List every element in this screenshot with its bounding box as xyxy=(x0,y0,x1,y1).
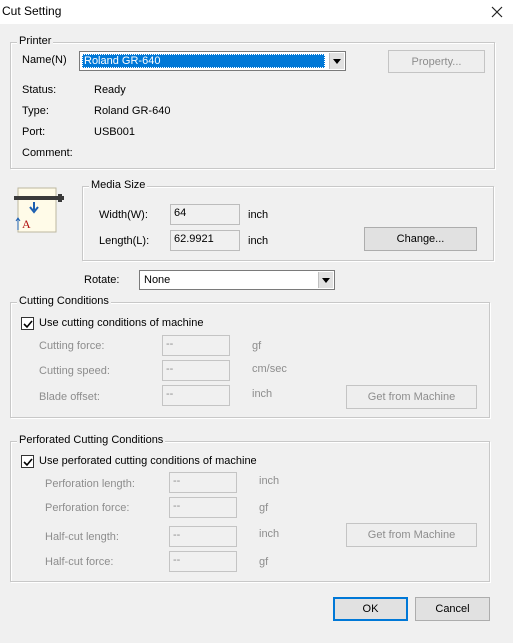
port-value: USB001 xyxy=(94,126,135,138)
cancel-button[interactable]: Cancel xyxy=(415,597,490,621)
chevron-down-icon[interactable] xyxy=(318,272,333,288)
perforated-conditions-legend: Perforated Cutting Conditions xyxy=(17,434,166,446)
rotate-value: None xyxy=(144,274,171,286)
close-icon xyxy=(491,6,503,18)
cutting-checkbox-label[interactable]: Use cutting conditions of machine xyxy=(39,317,203,329)
half-cut-force-label: Half-cut force: xyxy=(45,556,114,568)
property-button[interactable]: Property... xyxy=(388,50,485,73)
chevron-down-icon[interactable] xyxy=(329,53,344,69)
length-label: Length(L): xyxy=(99,235,150,247)
width-unit: inch xyxy=(248,209,269,221)
perforation-length-label: Perforation length: xyxy=(45,478,135,490)
length-unit: inch xyxy=(248,235,269,247)
title-bar: Cut Setting xyxy=(0,0,513,24)
half-cut-force-field[interactable]: -- xyxy=(169,551,237,572)
change-button[interactable]: Change... xyxy=(364,227,477,251)
cutting-speed-label: Cutting speed: xyxy=(39,365,110,377)
perforation-length-unit: inch xyxy=(259,475,280,487)
perforated-checkbox-label[interactable]: Use perforated cutting conditions of mac… xyxy=(39,455,257,467)
length-field[interactable]: 62.9921 xyxy=(170,230,240,251)
close-button[interactable] xyxy=(481,0,513,24)
perforation-force-label: Perforation force: xyxy=(45,502,130,514)
rotate-select[interactable]: None xyxy=(139,270,335,290)
perforated-get-from-machine-button[interactable]: Get from Machine xyxy=(346,523,477,547)
perforated-checkbox[interactable] xyxy=(21,455,34,468)
checkmark-icon xyxy=(22,457,33,466)
media-size-legend: Media Size xyxy=(89,179,148,191)
printer-name-select[interactable]: Roland GR-640 xyxy=(79,51,346,71)
cutting-force-field[interactable]: -- xyxy=(162,335,230,356)
ok-button[interactable]: OK xyxy=(333,597,408,621)
cutting-get-from-machine-button[interactable]: Get from Machine xyxy=(346,385,477,409)
cutting-speed-field[interactable]: -- xyxy=(162,360,230,381)
rotate-label: Rotate: xyxy=(84,274,120,286)
type-label: Type: xyxy=(22,105,49,117)
media-orientation-icon: A xyxy=(14,187,64,233)
blade-offset-label: Blade offset: xyxy=(39,391,100,403)
cutting-conditions-legend: Cutting Conditions xyxy=(17,295,111,307)
cutting-checkbox[interactable] xyxy=(21,317,34,330)
perforation-force-field[interactable]: -- xyxy=(169,497,237,518)
cutting-force-unit: gf xyxy=(252,340,262,352)
printer-name-label: Name(N) xyxy=(22,54,67,66)
cutting-force-label: Cutting force: xyxy=(39,340,105,352)
window-title: Cut Setting xyxy=(2,4,62,18)
blade-offset-field[interactable]: -- xyxy=(162,385,230,406)
half-cut-length-unit: inch xyxy=(259,528,280,540)
perforation-length-field[interactable]: -- xyxy=(169,472,237,493)
comment-label: Comment: xyxy=(22,147,73,159)
blade-offset-unit: inch xyxy=(252,388,273,400)
printer-name-value: Roland GR-640 xyxy=(82,54,325,68)
width-field[interactable]: 64 xyxy=(170,204,240,225)
printer-legend: Printer xyxy=(17,35,54,47)
half-cut-length-label: Half-cut length: xyxy=(45,531,119,543)
type-value: Roland GR-640 xyxy=(94,105,171,117)
width-label: Width(W): xyxy=(99,209,148,221)
svg-text:A: A xyxy=(22,217,31,231)
status-value: Ready xyxy=(94,84,126,96)
perforation-force-unit: gf xyxy=(259,502,269,514)
half-cut-force-unit: gf xyxy=(259,556,269,568)
cutting-speed-unit: cm/sec xyxy=(252,363,287,375)
checkmark-icon xyxy=(22,319,33,328)
half-cut-length-field[interactable]: -- xyxy=(169,526,237,547)
status-label: Status: xyxy=(22,84,57,96)
port-label: Port: xyxy=(22,126,46,138)
